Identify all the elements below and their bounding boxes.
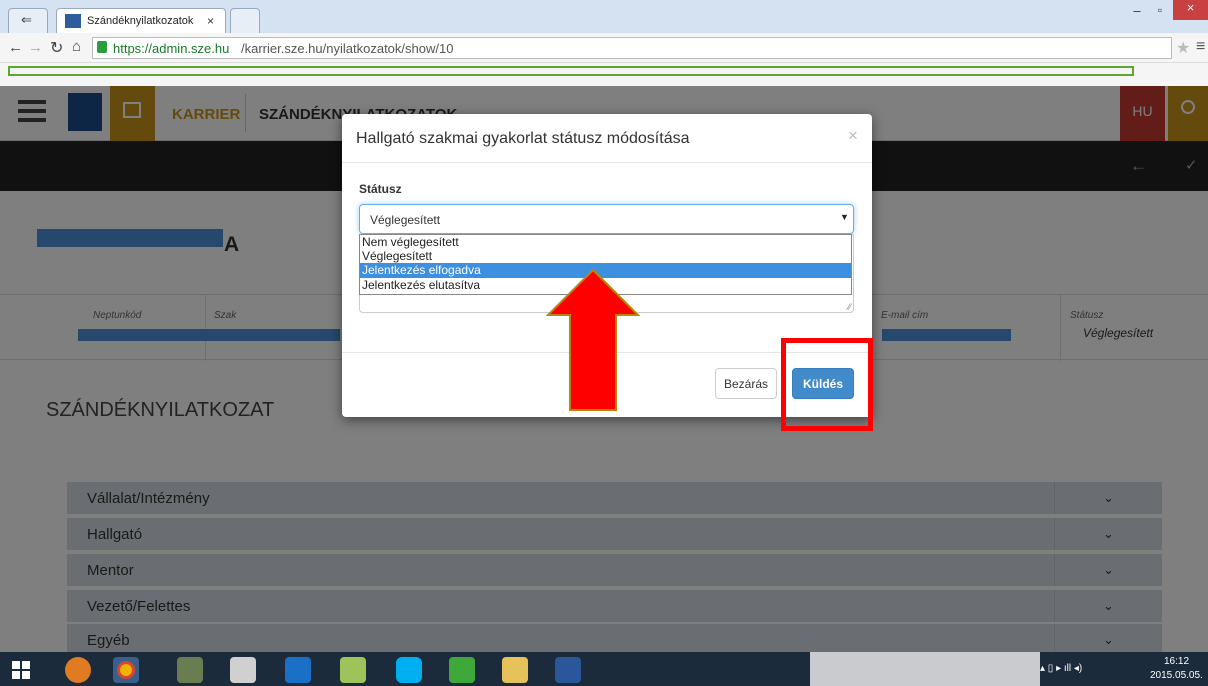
resize-handle-icon[interactable]: ⁄⁄ [848,302,851,312]
utorrent-icon[interactable] [449,657,475,683]
outlook-icon[interactable] [285,657,311,683]
annotation-highlight-box [781,338,873,431]
option-veglegesitett[interactable]: Véglegesített [360,249,851,263]
browser-tab-active[interactable]: Szándéknyilatkozatok × [56,8,226,33]
skype-icon[interactable] [396,657,422,683]
browser-titlebar: ⇐ Szándéknyilatkozatok × – ▫ × [0,0,1208,33]
back-arrow-icon: ⇐ [21,12,32,27]
tab-back-button[interactable]: ⇐ [8,8,48,33]
tab-title: Szándéknyilatkozatok [87,15,194,27]
bookmarks-bar [0,63,1208,86]
taskbar-date[interactable]: 2015.05.05. [1150,670,1203,681]
gallery-icon[interactable] [340,657,366,683]
chrome-taskbar-button[interactable] [113,657,139,683]
status-select[interactable]: Véglegesített ▼ [359,204,854,234]
lock-icon [97,41,107,53]
forward-icon[interactable]: → [28,39,43,56]
bookmarks-redaction-box [8,66,1134,76]
wallpaper-area [810,652,1040,686]
address-toolbar: ← → ↻ ⌂ https://admin.sze.hu /karrier.sz… [0,33,1208,63]
modal-header-divider [342,162,872,163]
minimize-button[interactable]: – [1127,3,1147,21]
site-favicon-icon [65,14,81,28]
back-icon[interactable]: ← [8,39,23,56]
close-button[interactable]: Bezárás [715,368,777,399]
option-nem-veglegesitett[interactable]: Nem véglegesített [360,235,851,249]
reload-icon[interactable]: ↻ [50,38,63,58]
menu-icon[interactable]: ≡ [1196,38,1205,56]
url-field[interactable]: https://admin.sze.hu /karrier.sze.hu/nyi… [92,37,1172,59]
bookmark-star-icon[interactable]: ★ [1176,38,1190,58]
media-player-icon[interactable] [177,657,203,683]
annotation-arrow-icon [546,268,640,411]
new-tab-button[interactable] [230,8,260,33]
status-select-value: Véglegesített [370,213,441,227]
tray-icons[interactable]: ▴ ▯ ▸ ıll ◂) [1040,663,1082,674]
status-field-label: Státusz [359,182,402,196]
tab-close-icon[interactable]: × [207,14,214,28]
window-close-button[interactable]: × [1173,0,1208,20]
scanner-icon[interactable] [230,657,256,683]
url-path: /karrier.sze.hu/nyilatkozatok/show/10 [241,41,454,56]
maximize-button[interactable]: ▫ [1150,3,1170,21]
home-icon[interactable]: ⌂ [72,38,81,55]
windows-start-icon[interactable] [12,661,30,679]
file-explorer-icon[interactable] [502,657,528,683]
dropdown-arrow-icon: ▼ [840,212,849,222]
firefox-icon[interactable] [65,657,91,683]
url-host: https://admin.sze.hu [113,41,230,56]
modal-close-icon[interactable]: × [848,126,858,146]
word-icon[interactable] [555,657,581,683]
taskbar-time[interactable]: 16:12 [1164,656,1189,667]
modal-title: Hallgató szakmai gyakorlat státusz módos… [356,130,690,147]
